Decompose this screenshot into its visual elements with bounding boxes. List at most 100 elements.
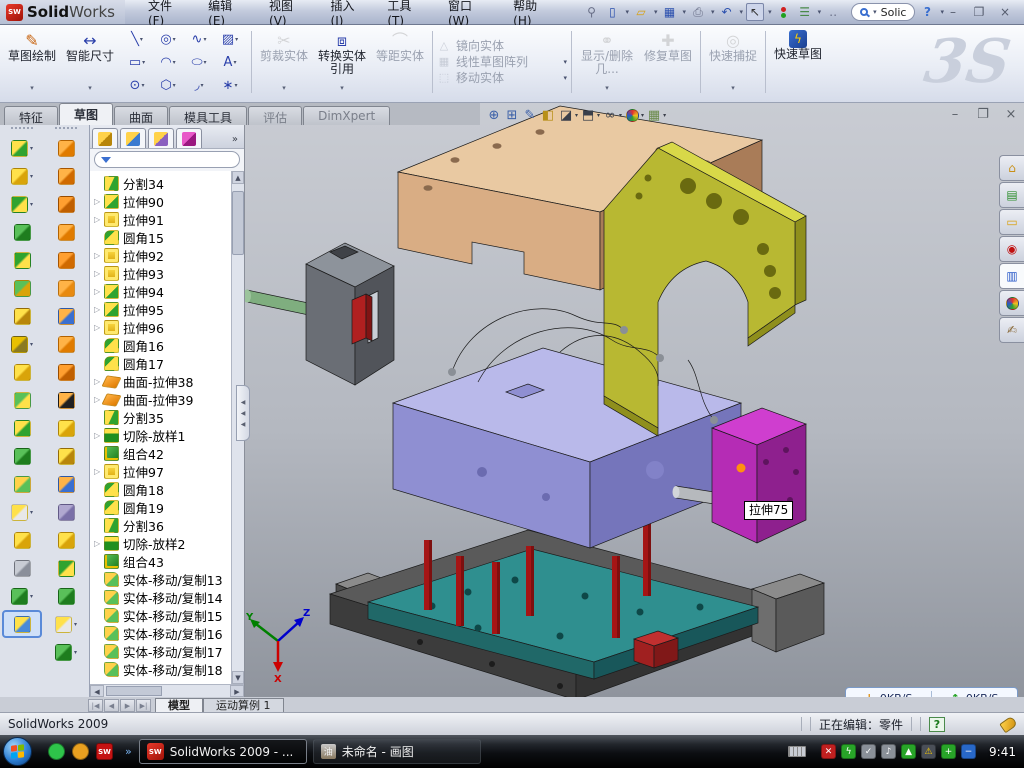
pattern-icon-caret[interactable]: ▾ [30,341,33,348]
overflow-icon[interactable]: ‥ [824,3,842,21]
trim-surface-icon[interactable] [46,442,86,470]
design-library-icon[interactable]: ▤ [999,182,1024,208]
zoom-fit-icon[interactable]: ⊕ [486,107,502,123]
zoom-area-icon[interactable]: ⊞ [504,107,520,123]
start-button[interactable] [3,737,32,766]
arc-icon[interactable]: ◠▾ [153,51,183,73]
tree-item[interactable]: 组合42 [94,444,231,462]
cylinder-surface-icon[interactable] [46,582,86,610]
tree-item[interactable]: ▷拉伸94 [94,282,231,300]
tree-horizontal-scrollbar[interactable]: ◀ ▶ [90,684,244,697]
section-view-icon[interactable]: ◧ [540,107,556,123]
pattern-surface-icon[interactable] [46,526,86,554]
tab-nav-0[interactable]: |◀ [88,699,103,712]
update-check-icon[interactable]: ✓ [861,744,876,759]
fillet-icon[interactable]: ▾ [2,190,42,218]
tab-模具工具[interactable]: 模具工具 [169,106,247,125]
open-caret[interactable]: ▾ [654,8,658,16]
close-button[interactable]: × [996,5,1014,19]
tag-icon[interactable] [999,715,1018,733]
display-delete-relations-button[interactable]: ⚭ 显示/删除几...▾ [576,28,638,96]
ellipse-icon[interactable]: ⬭▾ [184,51,214,73]
slot-icon[interactable]: ⊙▾ [122,74,152,96]
tree-item[interactable]: 圆角19 [94,498,231,516]
repair-sketch-button[interactable]: ✚ 修复草图 [640,28,696,96]
curve-icon[interactable]: ▾ [2,582,42,610]
measure-icon[interactable] [2,610,42,638]
resources-home-icon[interactable]: ⌂ [999,155,1024,181]
expand-arrow-icon[interactable]: ▷ [94,323,104,332]
untrim-surface-icon[interactable] [46,498,86,526]
save-caret[interactable]: ▾ [683,8,687,16]
part-cavity-insert[interactable] [245,243,394,385]
sw-search-icon[interactable]: ◉ [999,236,1024,262]
keyboard-layout-icon[interactable] [788,746,806,757]
options-caret[interactable]: ▾ [818,8,822,16]
curve-icon-caret[interactable]: ▾ [30,593,33,600]
split-icon[interactable] [2,414,42,442]
view-palette-icon[interactable]: ▥ [999,263,1024,289]
convert-entities-button[interactable]: ⧈ 转换实体引用▾ [314,28,370,96]
offset-entities-button[interactable]: ⌒ 等距实体 [372,28,428,96]
panel-splitter-handle[interactable]: ◀◀◀ [236,385,250,441]
chamfer-icon[interactable] [2,218,42,246]
scroll-left-icon[interactable]: ◀ [90,685,104,697]
doc-close-button[interactable]: × [1002,107,1020,122]
scroll-right-icon[interactable]: ▶ [230,685,244,697]
network-warning-icon[interactable]: ⚠ [921,744,936,759]
doc-restore-button[interactable]: ❐ [974,107,992,122]
expand-arrow-icon[interactable]: ▷ [94,251,104,260]
propertymanager-tab-icon[interactable] [120,128,146,148]
expand-arrow-icon[interactable]: ▷ [94,305,104,314]
appearances-pane-icon[interactable] [999,290,1024,316]
open-icon[interactable]: ▱ [632,3,650,21]
fillet-icon-caret[interactable]: ▾ [30,201,33,208]
tree-item[interactable]: ▷拉伸96 [94,318,231,336]
rapid-sketch-button[interactable]: ϟ 快速草图 [770,28,826,96]
combine-icon[interactable] [2,442,42,470]
part-yellow-bracket[interactable] [604,142,806,436]
rebuild-icon[interactable] [775,3,793,21]
tree-item[interactable]: ▷拉伸95 [94,300,231,318]
status-busy-icon[interactable]: − [961,744,976,759]
search-input[interactable]: Solic [881,6,907,19]
clock[interactable]: 9:41 [989,745,1016,759]
lofted-surface-icon[interactable] [46,218,86,246]
tree-item[interactable]: 实体-移动/复制16 [94,624,231,642]
restore-button[interactable]: ❐ [970,5,988,19]
boundary-surface-icon[interactable] [46,246,86,274]
scene-icon-caret[interactable]: ▾ [663,112,666,119]
scroll-up-icon[interactable]: ▲ [232,171,244,184]
delete-body-icon-caret[interactable]: ▾ [30,509,33,516]
quick-tips-icon[interactable]: ? [929,717,945,732]
tab-评估[interactable]: 评估 [248,106,302,125]
help-icon[interactable]: ? [918,3,936,21]
custom-properties-icon[interactable]: ✍ [999,317,1024,343]
select-box-icon[interactable]: ▨▾ [215,28,245,50]
tab-草图[interactable]: 草图 [59,103,113,125]
hide-show-icon[interactable]: ∞▾ [602,107,622,123]
tab-特征[interactable]: 特征 [4,106,58,125]
tree-item[interactable]: 圆角16 [94,336,231,354]
text-icon[interactable]: A▾ [215,51,245,73]
display-style-icon-caret[interactable]: ▾ [575,112,578,119]
browser-icon[interactable] [72,743,89,760]
previous-view-icon[interactable]: ✎ [522,107,538,123]
axis-icon[interactable] [2,554,42,582]
boss-extrude-icon[interactable]: ▾ [2,162,42,190]
part-red-block[interactable] [634,631,678,668]
tree-item[interactable]: ▷拉伸90 [94,192,231,210]
appearances-icon-caret[interactable]: ▾ [641,112,644,119]
viewport-canvas[interactable]: Y Z X [245,103,1024,697]
circle-icon[interactable]: ◎▾ [153,28,183,50]
reference-plane-icon[interactable] [2,526,42,554]
doc-minimize-button[interactable]: – [946,107,964,122]
panel-tabs-overflow-icon[interactable]: » [228,134,242,148]
scene-icon[interactable]: ▦▾ [646,107,666,123]
spline-icon[interactable]: ∿▾ [184,28,214,50]
expand-arrow-icon[interactable]: ▷ [94,197,104,206]
curve2-icon-caret[interactable]: ▾ [74,649,77,656]
dimxpertmanager-tab-icon[interactable] [176,128,202,148]
sweep-surface-icon[interactable] [46,190,86,218]
expand-arrow-icon[interactable]: ▷ [94,269,104,278]
